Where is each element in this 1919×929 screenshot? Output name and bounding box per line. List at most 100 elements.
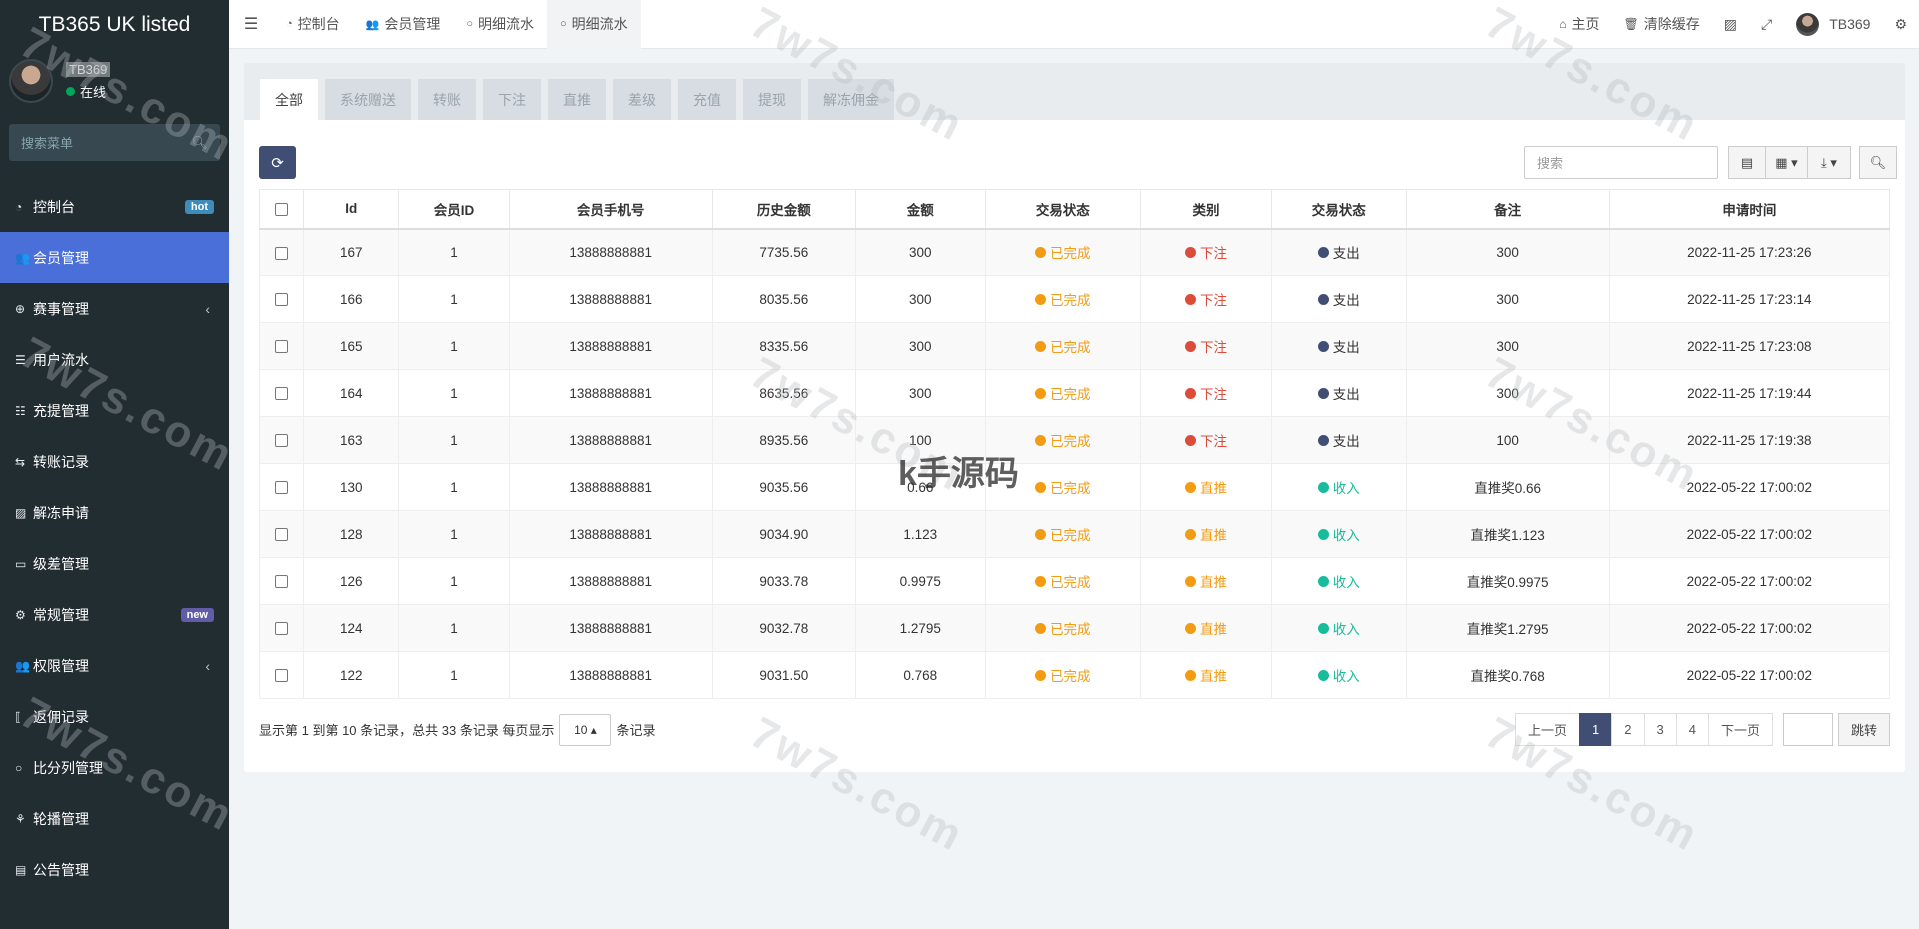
cell-history: 9032.78: [711, 604, 856, 652]
nav-tab-1[interactable]: 👥 会员管理: [353, 0, 454, 49]
table-row[interactable]: 165 1 13888888881 8335.56 300 已完成 下注 支出 300 2022-…: [258, 322, 1891, 370]
toggle-view-button[interactable]: ▤: [1728, 146, 1766, 179]
table-search-input[interactable]: 搜索: [1524, 146, 1718, 179]
column-header[interactable]: 会员手机号: [508, 189, 713, 230]
status-label: 已完成: [1050, 293, 1091, 308]
filter-tab-4[interactable]: 直推: [548, 79, 606, 120]
next-page-button[interactable]: 下一页: [1707, 713, 1773, 746]
cell-status: 已完成: [984, 228, 1142, 276]
row-checkbox[interactable]: [275, 340, 289, 354]
columns-dropdown-button[interactable]: ▦ ▾: [1765, 146, 1808, 179]
advanced-search-button[interactable]: 🔍︎: [1859, 146, 1897, 179]
sidebar-item-4[interactable]: ☷ 充提管理: [0, 385, 229, 436]
row-checkbox[interactable]: [275, 528, 289, 542]
column-header[interactable]: 金额: [854, 189, 986, 230]
filter-tab-5[interactable]: 差级: [613, 79, 671, 120]
column-header[interactable]: 历史金额: [711, 189, 856, 230]
column-header[interactable]: 申请时间: [1608, 189, 1891, 230]
sidebar-item-6[interactable]: ▨ 解冻申请: [0, 487, 229, 538]
sidebar-item-5[interactable]: ⇆ 转账记录: [0, 436, 229, 487]
filter-tab-1[interactable]: 系统赠送: [325, 79, 411, 120]
row-checkbox[interactable]: [275, 387, 289, 401]
cell-history: 9031.50: [711, 651, 856, 699]
row-checkbox[interactable]: [275, 622, 289, 636]
column-header[interactable]: 会员ID: [398, 189, 510, 230]
filter-tab-6[interactable]: 充值: [678, 79, 736, 120]
menu-search-placeholder: 搜索菜单: [21, 136, 74, 151]
search-icon[interactable]: 🔍︎: [191, 135, 208, 151]
status-dot-icon: [1035, 669, 1047, 681]
sidebar-item-2[interactable]: ⊕ 赛事管理 ‹: [0, 283, 229, 334]
cell-member_id: 1: [398, 557, 510, 605]
sidebar-item-11[interactable]: ○ 比分列管理: [0, 742, 229, 793]
select-all-checkbox[interactable]: [275, 203, 289, 217]
page-button-4[interactable]: 4: [1675, 713, 1709, 746]
column-header[interactable]: 交易状态: [984, 189, 1142, 230]
prev-page-button[interactable]: 上一页: [1515, 713, 1581, 746]
filter-tab-8[interactable]: 解冻佣金: [808, 79, 894, 120]
cell-amount: 0.768: [854, 651, 986, 699]
table-row[interactable]: 166 1 13888888881 8035.56 300 已完成 下注 支出 300 2022-…: [258, 275, 1891, 323]
gears-icon: ⚙: [1894, 15, 1907, 32]
menu-toggle-icon[interactable]: ☰: [229, 0, 273, 49]
row-checkbox[interactable]: [275, 293, 289, 307]
column-header[interactable]: 交易状态: [1270, 189, 1407, 230]
fullscreen-button[interactable]: ⤢: [1749, 0, 1784, 49]
page-size-dropdown[interactable]: 10 ▴: [559, 713, 612, 746]
refresh-button[interactable]: ⟳: [259, 146, 296, 179]
jump-page-input[interactable]: [1782, 713, 1833, 746]
row-checkbox[interactable]: [275, 246, 289, 260]
export-dropdown-button[interactable]: ⤓ ▾: [1807, 146, 1851, 179]
page-button-2[interactable]: 2: [1611, 713, 1645, 746]
jump-button[interactable]: 跳转: [1837, 713, 1890, 746]
cell-category: 直推: [1140, 463, 1272, 511]
page-button-3[interactable]: 3: [1643, 713, 1677, 746]
filter-tab-7[interactable]: 提现: [743, 79, 801, 120]
menu-search-input[interactable]: 搜索菜单 🔍︎: [9, 124, 220, 161]
filter-tab-3[interactable]: 下注: [483, 79, 541, 120]
sidebar-item-13[interactable]: ▤ 公告管理: [0, 844, 229, 895]
sidebar-item-1[interactable]: 👥 会员管理: [0, 232, 229, 283]
column-header[interactable]: 类别: [1140, 189, 1272, 230]
row-select-cell: [258, 275, 305, 323]
nav-tab-3[interactable]: ○ 明细流水: [547, 0, 641, 49]
row-checkbox[interactable]: [275, 669, 289, 683]
cell-note: 直推奖1.2795: [1405, 604, 1610, 652]
user-name: TB369: [66, 62, 111, 77]
sidebar-item-9[interactable]: 👥 权限管理 ‹: [0, 640, 229, 691]
filter-tab-0[interactable]: 全部: [260, 79, 318, 120]
sidebar-item-7[interactable]: ▭ 级差管理: [0, 538, 229, 589]
column-header[interactable]: 备注: [1405, 189, 1610, 230]
table-row[interactable]: 167 1 13888888881 7735.56 300 已完成 下注 支出 300 2022-…: [258, 228, 1891, 276]
table-row[interactable]: 124 1 13888888881 9032.78 1.2795 已完成 直推 收入 直推奖1.…: [258, 604, 1891, 652]
table-row[interactable]: 130 1 13888888881 9035.56 0.66 已完成 直推 收入 直推奖0.66…: [258, 463, 1891, 511]
sidebar-item-3[interactable]: ☰ 用户流水: [0, 334, 229, 385]
home-link[interactable]: ⌂ 主页: [1547, 0, 1611, 49]
direction-label: 收入: [1332, 481, 1360, 496]
filter-tab-2[interactable]: 转账: [418, 79, 476, 120]
translate-button[interactable]: ▨: [1712, 0, 1749, 49]
page-button-1[interactable]: 1: [1579, 713, 1613, 746]
sidebar-item-12[interactable]: ⚘ 轮播管理: [0, 793, 229, 844]
direction-label: 收入: [1332, 669, 1360, 684]
sidebar-item-0[interactable]: ◔ 控制台 hot: [0, 181, 229, 232]
column-header[interactable]: Id: [303, 189, 400, 230]
table-row[interactable]: 122 1 13888888881 9031.50 0.768 已完成 直推 收入 直推奖0.7…: [258, 651, 1891, 699]
row-checkbox[interactable]: [275, 434, 289, 448]
user-menu[interactable]: TB369: [1784, 0, 1882, 49]
table-toolbar: ⟳ 搜索 ▤ ▦ ▾ ⤓ ▾ 🔍︎: [259, 146, 1897, 179]
brand-title[interactable]: TB365 UK listed: [0, 0, 229, 49]
sidebar-item-10[interactable]: ⟦ 返佣记录: [0, 691, 229, 742]
nav-tab-0[interactable]: ◔ 控制台: [273, 0, 353, 49]
clear-cache-button[interactable]: 🗑︎ 清除缓存: [1612, 0, 1712, 49]
nav-tab-2[interactable]: ○ 明细流水: [453, 0, 547, 49]
table-row[interactable]: 164 1 13888888881 8635.56 300 已完成 下注 支出 300 2022-…: [258, 369, 1891, 417]
settings-button[interactable]: ⚙: [1882, 0, 1919, 49]
cell-id: 165: [303, 322, 400, 370]
row-checkbox[interactable]: [275, 575, 289, 589]
table-row[interactable]: 128 1 13888888881 9034.90 1.123 已完成 直推 收入 直推奖1.1…: [258, 510, 1891, 558]
row-checkbox[interactable]: [275, 481, 289, 495]
table-row[interactable]: 163 1 13888888881 8935.56 100 已完成 下注 支出 100 2022-…: [258, 416, 1891, 464]
table-row[interactable]: 126 1 13888888881 9033.78 0.9975 已完成 直推 收入 直推奖0.…: [258, 557, 1891, 605]
sidebar-item-8[interactable]: ⚙ 常规管理 new: [0, 589, 229, 640]
